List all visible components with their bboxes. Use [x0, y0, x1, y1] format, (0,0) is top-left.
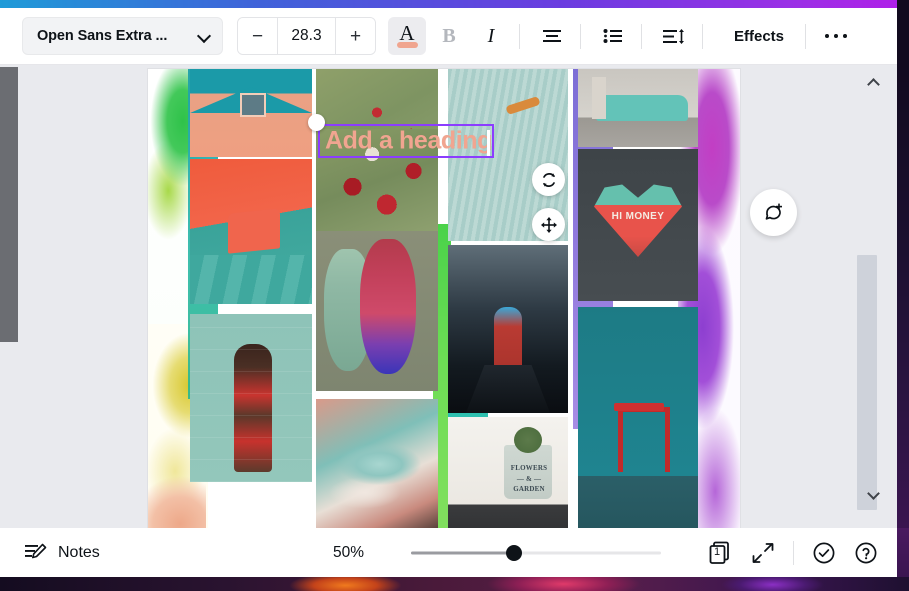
status-bar: Notes 50% 1	[0, 528, 897, 577]
more-options-button[interactable]	[817, 17, 855, 55]
saved-status-button[interactable]	[805, 534, 843, 572]
toolbar-right-cap	[897, 8, 909, 65]
text-caret	[487, 130, 490, 156]
bold-button[interactable]: B	[430, 17, 468, 55]
move-button[interactable]	[532, 208, 565, 241]
font-size-stepper: − 28.3 +	[237, 17, 376, 55]
text-toolbar: Open Sans Extra ... − 28.3 + A B I	[0, 8, 897, 65]
ellipsis-icon	[825, 34, 847, 38]
font-size-input[interactable]: 28.3	[277, 18, 336, 54]
status-bar-right-controls: 1	[702, 534, 885, 572]
notes-label: Notes	[58, 544, 100, 562]
canvas-image-red-stool-teal-wall[interactable]	[578, 307, 698, 528]
effects-button[interactable]: Effects	[722, 17, 796, 55]
app-top-accent-bar	[0, 0, 909, 8]
fullscreen-button[interactable]	[744, 534, 782, 572]
decrease-font-size-button[interactable]: −	[238, 18, 277, 54]
heart-caption: HI MONEY	[598, 211, 678, 222]
zoom-slider-thumb[interactable]	[506, 545, 522, 561]
design-editor-window: Open Sans Extra ... − 28.3 + A B I	[0, 0, 909, 591]
notes-button[interactable]: Notes	[25, 543, 100, 563]
pages-stack-icon	[708, 540, 734, 566]
editor-right-cap	[897, 65, 909, 528]
letter-a-icon: A	[399, 23, 414, 44]
left-scrollbar[interactable]	[0, 67, 18, 342]
rotate-button[interactable]	[532, 163, 565, 196]
canvas-image-astronaut-dark-corridor[interactable]	[448, 245, 568, 413]
italic-button[interactable]: I	[472, 17, 510, 55]
canvas-image-man-with-mint-car[interactable]	[578, 69, 698, 147]
canvas-image-woman-in-red-swimsuit[interactable]	[190, 314, 312, 482]
bulleted-list-button[interactable]	[594, 17, 632, 55]
zoom-level-label: 50%	[333, 544, 364, 562]
add-comment-button[interactable]	[750, 189, 797, 236]
zoom-slider-fill	[411, 551, 514, 554]
check-circle-icon	[812, 541, 836, 565]
editor-viewport: HI MONEY FLOWERS — & — GARDEN Add a head…	[0, 65, 897, 528]
flowers-garden-caption: FLOWERS — & — GARDEN	[506, 463, 552, 495]
help-button[interactable]	[847, 534, 885, 572]
toolbar-divider-2	[580, 24, 581, 49]
italic-icon: I	[488, 26, 495, 46]
design-canvas[interactable]: HI MONEY FLOWERS — & — GARDEN Add a head…	[148, 69, 740, 528]
caption-line-2: — & —	[506, 474, 552, 485]
add-comment-icon	[762, 201, 786, 225]
line-spacing-icon	[663, 28, 685, 45]
line-spacing-button[interactable]	[655, 17, 693, 55]
bold-icon: B	[442, 26, 455, 46]
canvas-image-cactus-flowers-garden-pot[interactable]: FLOWERS — & — GARDEN	[448, 417, 568, 528]
expand-arrows-icon	[752, 542, 774, 564]
vertical-scrollbar-track[interactable]	[867, 160, 887, 415]
resize-handle[interactable]	[308, 114, 325, 131]
text-color-swatch	[397, 42, 418, 48]
canvas-image-woven-heart-hi-money[interactable]: HI MONEY	[578, 149, 698, 301]
question-circle-icon	[854, 541, 878, 565]
chevron-up-icon	[869, 79, 879, 89]
canvas-image-marble-paint-swirl[interactable]	[316, 399, 438, 528]
toolbar-divider-4	[702, 24, 703, 49]
increase-font-size-button[interactable]: +	[336, 18, 375, 54]
chevron-down-icon	[198, 30, 211, 43]
vertical-scrollbar-thumb[interactable]	[857, 255, 877, 510]
font-family-select[interactable]: Open Sans Extra ...	[22, 17, 223, 55]
zoom-slider[interactable]	[411, 544, 661, 562]
caption-line-3: GARDEN	[506, 484, 552, 495]
move-icon	[540, 216, 558, 234]
toolbar-divider-1	[519, 24, 520, 49]
page-count-button[interactable]: 1	[702, 534, 740, 572]
toolbar-divider-5	[805, 24, 806, 49]
selected-text-element[interactable]: Add a heading	[318, 124, 494, 158]
heading-text: Add a heading	[325, 127, 492, 156]
text-color-button[interactable]: A	[388, 17, 426, 55]
scroll-up-button[interactable]	[863, 73, 885, 95]
scroll-down-button[interactable]	[863, 485, 885, 507]
status-bar-divider	[793, 541, 794, 565]
desktop-wallpaper	[0, 577, 909, 591]
toolbar-divider-3	[641, 24, 642, 49]
caption-line-1: FLOWERS	[506, 463, 552, 474]
status-bar-right-cap	[897, 528, 909, 577]
canvas-image-colorful-pineapples[interactable]	[316, 231, 438, 391]
font-family-value: Open Sans Extra ...	[37, 28, 167, 44]
page-number-label: 1	[714, 546, 720, 558]
bulleted-list-icon	[603, 28, 623, 44]
top-bar-right-cap	[897, 0, 909, 8]
canvas-image-red-teal-chairs[interactable]	[190, 159, 312, 304]
notes-pencil-icon	[25, 543, 47, 563]
text-align-button[interactable]	[533, 17, 571, 55]
canvas-image-orange-house-roof[interactable]	[190, 69, 312, 157]
rotate-icon	[540, 171, 558, 189]
chevron-down-icon	[869, 491, 879, 501]
align-center-icon	[542, 28, 562, 44]
